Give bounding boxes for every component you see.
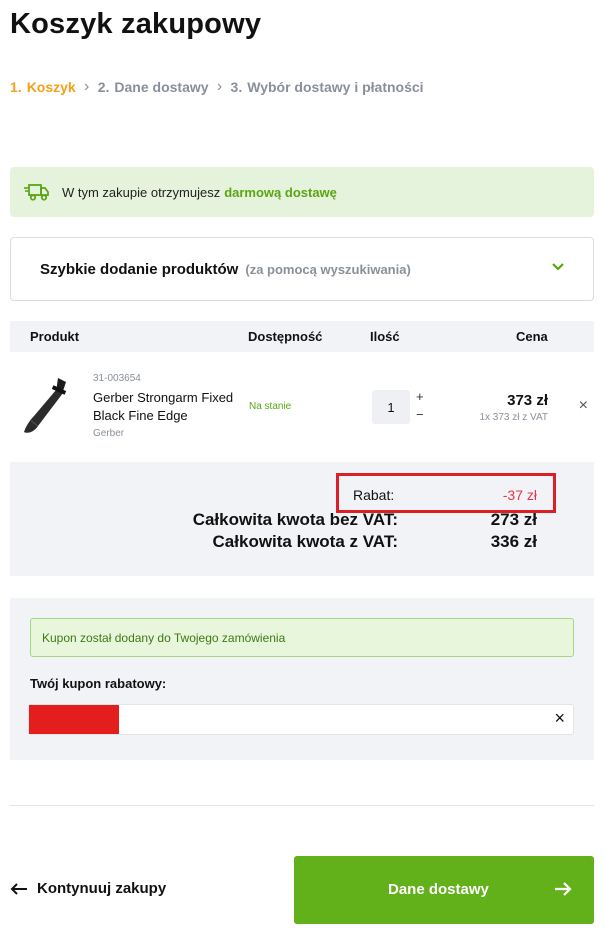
coupon-success-message: Kupon został dodany do Twojego zamówieni… <box>30 618 574 657</box>
promo-highlight: darmową dostawę <box>224 184 337 200</box>
coupon-panel: Kupon został dodany do Twojego zamówieni… <box>10 598 594 760</box>
order-summary: Rabat: -37 zł Całkowita kwota bez VAT: 2… <box>10 462 594 576</box>
product-brand: Gerber <box>93 428 125 439</box>
net-total-value: 273 zł <box>490 510 537 529</box>
coupon-label: Twój kupon rabatowy: <box>30 676 167 691</box>
continue-shopping-link[interactable]: Kontynuuj zakupy <box>10 880 166 897</box>
next-step-button[interactable]: Dane dostawy <box>294 856 594 924</box>
chevron-down-icon[interactable] <box>551 260 565 274</box>
availability-status: Na stanie <box>249 401 292 412</box>
coupon-code-field[interactable]: × <box>28 704 574 735</box>
page-title: Koszyk zakupowy <box>10 8 262 40</box>
header-quantity: Ilość <box>370 329 400 344</box>
checkout-steps: 1. Koszyk › 2. Dane dostawy › 3. Wybór d… <box>10 78 424 96</box>
remove-item-icon[interactable]: × <box>579 397 588 415</box>
chevron-right-icon: › <box>216 78 223 95</box>
next-step-label: Dane dostawy <box>388 881 489 898</box>
step-delivery-data[interactable]: 2. Dane dostawy <box>98 79 209 95</box>
discount-highlight-box: Rabat: -37 zł <box>336 473 556 513</box>
quantity-increase-button[interactable]: + <box>416 389 424 404</box>
net-total-label: Całkowita kwota bez VAT: <box>192 510 398 529</box>
product-name[interactable]: Gerber Strongarm Fixed Black Fine Edge <box>93 389 243 425</box>
close-icon[interactable]: × <box>554 708 565 729</box>
continue-shopping-label: Kontynuuj zakupy <box>37 880 167 897</box>
quick-add-title: Szybkie dodanie produktów <box>40 260 239 278</box>
quick-add-panel[interactable]: Szybkie dodanie produktów (za pomocą wys… <box>10 237 594 301</box>
discount-label: Rabat: <box>353 487 395 503</box>
header-availability: Dostępność <box>248 329 323 344</box>
coupon-code-redacted <box>29 705 119 734</box>
cart-table-header: Produkt Dostępność Ilość Cena <box>10 321 594 352</box>
discount-value: -37 zł <box>502 487 537 503</box>
product-sku: 31-003654 <box>93 373 141 384</box>
arrow-right-icon <box>555 882 572 896</box>
header-product: Produkt <box>30 329 80 344</box>
product-image[interactable] <box>18 374 74 436</box>
header-price: Cena <box>516 329 548 344</box>
promo-text: W tym zakupie otrzymujesz <box>62 184 221 200</box>
step-shipping-payment[interactable]: 3. Wybór dostawy i płatności <box>231 79 424 95</box>
gross-total-value: 336 zł <box>490 532 537 551</box>
gross-total-label: Całkowita kwota z VAT: <box>212 532 398 551</box>
step-cart[interactable]: 1. Koszyk <box>10 79 76 95</box>
quantity-decrease-button[interactable]: − <box>416 407 424 422</box>
arrow-left-icon <box>10 882 27 895</box>
quick-add-subtitle: (za pomocą wyszukiwania) <box>245 261 411 277</box>
cart-row: 31-003654 Gerber Strongarm Fixed Black F… <box>10 352 594 462</box>
quantity-input[interactable]: 1 <box>372 390 410 424</box>
divider <box>10 805 594 806</box>
truck-icon <box>24 184 49 201</box>
free-delivery-banner: W tym zakupie otrzymujesz darmową dostaw… <box>10 167 594 217</box>
chevron-right-icon: › <box>84 78 90 95</box>
unit-price: 1x 373 zł z VAT <box>479 412 548 423</box>
product-price: 373 zł <box>507 392 548 409</box>
